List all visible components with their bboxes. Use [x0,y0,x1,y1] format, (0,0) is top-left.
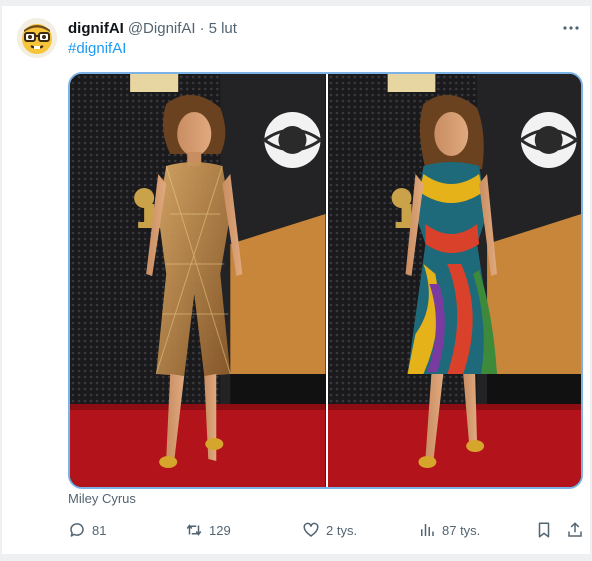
share-button[interactable] [566,517,584,543]
photo-right[interactable] [325,74,581,487]
retweet-button[interactable]: 129 [185,517,231,543]
retweet-count: 129 [209,522,231,538]
like-count: 2 tys. [326,522,358,538]
action-bar: 81 129 2 tys. 87 tys. [64,517,586,543]
avatar[interactable] [17,18,57,58]
views-button[interactable]: 87 tys. [418,517,480,543]
separator-dot: · [199,19,205,37]
heart-icon [303,522,319,537]
tweet-header: dignifAI @DignifAI · 5 lut [68,18,237,38]
reply-button[interactable]: 81 [68,517,106,543]
retweet-arrows-icon [186,524,202,536]
ellipsis-icon [563,26,579,30]
timestamp[interactable]: 5 lut [209,20,237,37]
hashtag-link[interactable]: #dignifAI [68,40,126,57]
author-handle[interactable]: @DignifAI [128,20,196,37]
like-button[interactable]: 2 tys. [302,517,357,543]
nerd-face-icon [17,18,57,58]
speech-bubble-icon [70,523,84,537]
more-options-button[interactable] [560,18,582,38]
bar-chart-icon [421,524,434,536]
reply-count: 81 [92,522,107,538]
view-count: 87 tys. [442,522,481,538]
share-upload-icon [568,522,582,537]
photo-right-image [327,74,581,487]
author-name[interactable]: dignifAI [68,20,124,37]
photo-left[interactable] [70,74,326,487]
bookmark-icon [538,522,550,538]
media-caption: Miley Cyrus [68,491,136,506]
photo-left-image [70,74,326,487]
media-grid[interactable] [68,72,583,489]
bookmark-button[interactable] [535,517,553,543]
tweet-card[interactable]: dignifAI @DignifAI · 5 lut #dignifAI Mil… [2,6,590,554]
